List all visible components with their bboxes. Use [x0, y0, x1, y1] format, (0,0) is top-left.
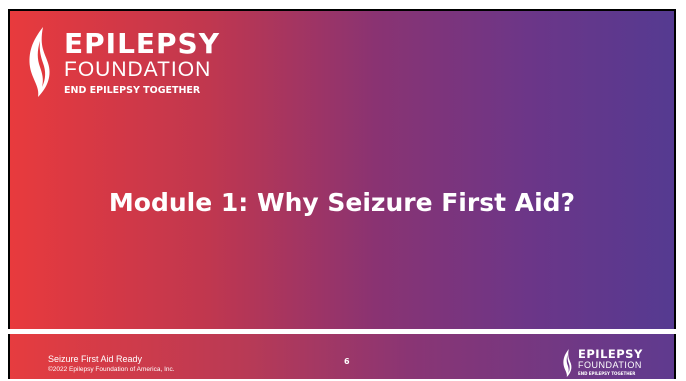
logo-tagline: END EPILEPSY TOGETHER [64, 85, 201, 96]
flame-icon [563, 349, 572, 377]
footer-logo-tagline: END EPILEPSY TOGETHER [578, 371, 636, 376]
footer-copyright: ©2022 Epilepsy Foundation of America, In… [48, 366, 175, 373]
footer-logo-foundation-text: FOUNDATION [578, 360, 642, 370]
page-number: 6 [344, 357, 350, 366]
logo-epilepsy-text: EPILEPSY [64, 27, 220, 60]
slide-frame: EPILEPSY FOUNDATION END EPILEPSY TOGETHE… [8, 9, 676, 379]
slide-title: Module 1: Why Seizure First Aid? [108, 188, 576, 217]
footer-course-title: Seizure First Aid Ready [48, 354, 143, 364]
footer-epilepsy-foundation-logo: EPILEPSY FOUNDATION END EPILEPSY TOGETHE… [562, 348, 672, 378]
slide-footer: Seizure First Aid Ready ©2022 Epilepsy F… [10, 334, 674, 379]
flame-icon [29, 27, 50, 97]
footer-logo-epilepsy-text: EPILEPSY [578, 347, 643, 361]
epilepsy-foundation-logo: EPILEPSY FOUNDATION END EPILEPSY TOGETHE… [26, 25, 226, 105]
logo-foundation-text: FOUNDATION [64, 58, 212, 81]
slide-content-area: EPILEPSY FOUNDATION END EPILEPSY TOGETHE… [10, 11, 674, 329]
